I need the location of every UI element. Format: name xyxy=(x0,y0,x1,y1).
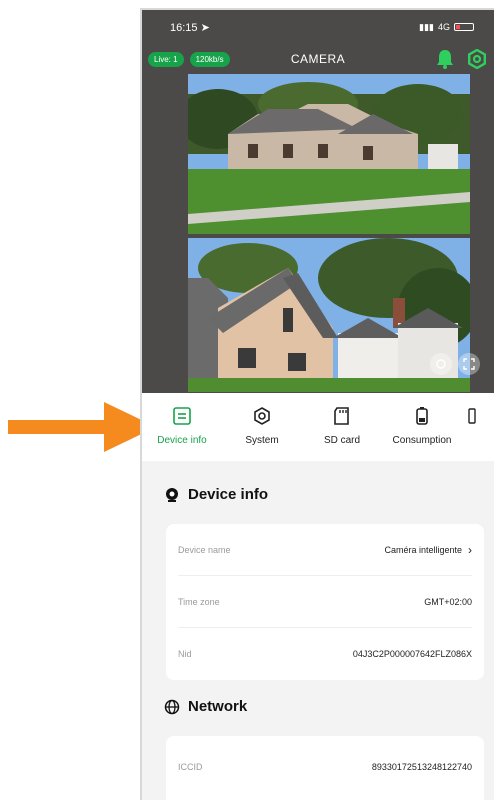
orange-arrow-icon xyxy=(8,402,156,452)
bell-icon[interactable] xyxy=(434,48,456,70)
battery-consumption-icon xyxy=(411,405,433,427)
network-section-title: Network xyxy=(164,698,247,715)
camera-header: Live: 1 120kb/s CAMERA xyxy=(142,48,494,70)
settings-tabs: Device info System SD card Consumption xyxy=(142,393,494,461)
network-card: ICCID 89330172513248122740 xyxy=(166,736,484,800)
camera-feed-1[interactable] xyxy=(188,74,470,234)
device-info-section-title: Device info xyxy=(164,486,268,503)
status-right: ▮▮▮ 4G xyxy=(419,22,474,33)
device-name-row[interactable]: Device name Caméra intelligente › xyxy=(178,524,472,576)
iccid-value: 89330172513248122740 xyxy=(371,762,472,772)
device-name-value: Caméra intelligente xyxy=(384,544,462,555)
globe-icon xyxy=(164,699,180,714)
more-tabs-indicator[interactable] xyxy=(462,393,482,429)
battery-icon xyxy=(454,23,474,31)
status-bar: 16:15 ➤ ▮▮▮ 4G xyxy=(142,10,494,44)
row-label: Time zone xyxy=(178,596,220,607)
camera-view: 16:15 ➤ ▮▮▮ 4G Live: 1 120kb/s CAMERA xyxy=(142,10,494,393)
status-time: 16:15 ➤ xyxy=(170,21,210,34)
camera-icon xyxy=(166,487,178,502)
tab-label: SD card xyxy=(323,435,361,446)
network-type: 4G xyxy=(437,22,450,32)
row-value: Caméra intelligente › xyxy=(384,543,472,557)
section-title-text: Device info xyxy=(188,486,269,503)
tab-label: Device info xyxy=(157,435,207,446)
tab-label: System xyxy=(245,435,279,446)
tab-device-info[interactable]: Device info xyxy=(142,393,222,446)
row-label: ICCID xyxy=(178,762,203,772)
live-badge: Live: 1 xyxy=(148,51,184,67)
tab-label: Consumption xyxy=(392,435,452,446)
signal-icon: ▮▮▮ xyxy=(419,21,434,32)
fullscreen-icon[interactable] xyxy=(458,353,480,375)
screenshot-icon[interactable] xyxy=(430,353,452,375)
chevron-right-icon: › xyxy=(468,542,472,557)
tab-consumption[interactable]: Consumption xyxy=(382,393,462,446)
tab-sd-card[interactable]: SD card xyxy=(302,393,382,446)
nid-row: Nid 04J3C2P000007642FLZ086X xyxy=(178,628,472,680)
settings-gear-icon[interactable] xyxy=(466,48,488,70)
system-gear-icon xyxy=(251,405,273,427)
device-info-icon xyxy=(171,405,193,427)
section-title-text: Network xyxy=(188,698,248,715)
time-zone-value: GMT+02:00 xyxy=(424,596,472,607)
time-zone-row: Time zone GMT+02:00 xyxy=(178,576,472,628)
device-info-card: Device name Caméra intelligente › Time z… xyxy=(166,524,484,680)
phone-screen: 16:15 ➤ ▮▮▮ 4G Live: 1 120kb/s CAMERA De… xyxy=(140,8,494,800)
iccid-row: ICCID 89330172513248122740 xyxy=(178,736,472,798)
row-label: Device name xyxy=(178,544,231,555)
camera-feed-2[interactable] xyxy=(188,238,470,392)
speed-badge: 120kb/s xyxy=(189,51,230,67)
row-label: Nid xyxy=(178,649,192,659)
nid-value: 04J3C2P000007642FLZ086X xyxy=(352,649,472,659)
sd-card-icon xyxy=(331,405,353,427)
tab-system[interactable]: System xyxy=(222,393,302,446)
